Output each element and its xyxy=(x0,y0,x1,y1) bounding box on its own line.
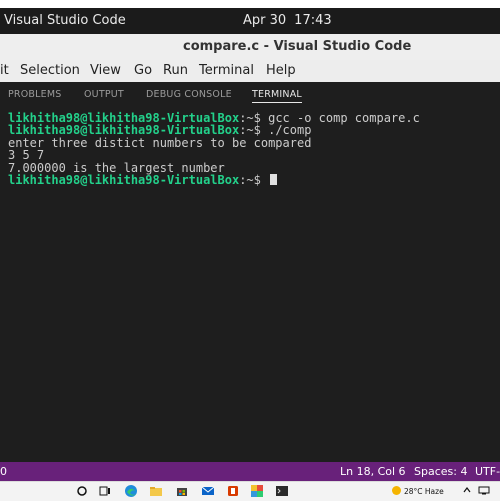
network-icon[interactable] xyxy=(478,485,490,495)
gnome-top-bar: Visual Studio Code Apr 30 17:43 xyxy=(0,8,500,34)
prompt-suffix: :~$ xyxy=(239,173,261,187)
tab-output[interactable]: OUTPUT xyxy=(84,89,124,100)
windows-taskbar: 28°C Haze xyxy=(0,481,500,501)
terminal-line: likhitha98@likhitha98-VirtualBox:~$ xyxy=(8,173,278,187)
weather-description: Haze xyxy=(424,487,444,496)
status-cursor-position[interactable]: Ln 18, Col 6 xyxy=(340,465,406,478)
terminal-icon[interactable] xyxy=(275,484,289,498)
terminal-line: likhitha98@likhitha98-VirtualBox:~$ ./co… xyxy=(8,124,311,136)
office-icon[interactable] xyxy=(226,484,240,498)
weather-widget[interactable]: 28°C Haze xyxy=(392,486,444,496)
chevron-up-icon[interactable] xyxy=(462,485,472,495)
window-title: compare.c - Visual Studio Code xyxy=(183,39,412,54)
active-app-name[interactable]: Visual Studio Code xyxy=(4,13,126,28)
status-bar: 0 Ln 18, Col 6 Spaces: 4 UTF- xyxy=(0,462,500,481)
clock-time: 17:43 xyxy=(294,13,332,28)
menu-go[interactable]: Go xyxy=(134,63,152,78)
menu-edit[interactable]: it xyxy=(0,63,9,78)
status-encoding[interactable]: UTF- xyxy=(475,465,500,478)
terminal-output[interactable]: likhitha98@likhitha98-VirtualBox:~$ gcc … xyxy=(0,106,500,462)
terminal-output-line: enter three distict numbers to be compar… xyxy=(8,135,312,150)
tab-debug-console[interactable]: DEBUG CONSOLE xyxy=(146,89,232,100)
menu-view[interactable]: View xyxy=(90,63,121,78)
status-problems-count[interactable]: 0 xyxy=(0,465,7,478)
menu-bar: it Selection View Go Run Terminal Help xyxy=(0,60,500,82)
terminal-cursor xyxy=(270,174,278,185)
weather-temperature: 28°C xyxy=(404,487,423,496)
terminal-prompt: likhitha98@likhitha98-VirtualBox xyxy=(8,173,240,187)
tab-problems[interactable]: PROBLEMS xyxy=(8,89,61,100)
menu-run[interactable]: Run xyxy=(163,63,188,78)
sun-icon xyxy=(392,486,401,495)
menu-terminal[interactable]: Terminal xyxy=(199,63,254,78)
store-icon[interactable] xyxy=(175,484,189,498)
mail-icon[interactable] xyxy=(201,484,215,498)
task-view-icon[interactable] xyxy=(98,484,112,498)
tab-terminal[interactable]: TERMINAL xyxy=(252,89,302,103)
clock-date: Apr 30 xyxy=(243,13,287,28)
file-explorer-icon[interactable] xyxy=(149,484,163,498)
panel-tab-bar: PROBLEMS OUTPUT DEBUG CONSOLE TERMINAL xyxy=(0,82,500,106)
window-title-bar[interactable]: compare.c - Visual Studio Code xyxy=(0,34,500,60)
menu-selection[interactable]: Selection xyxy=(20,63,80,78)
search-icon[interactable] xyxy=(75,484,89,498)
status-indentation[interactable]: Spaces: 4 xyxy=(414,465,467,478)
clock[interactable]: Apr 30 17:43 xyxy=(243,13,340,28)
menu-help[interactable]: Help xyxy=(266,63,296,78)
terminal-output-line: 3 5 7 xyxy=(8,148,45,163)
paint-icon[interactable] xyxy=(250,484,264,498)
terminal-command xyxy=(261,173,268,187)
edge-icon[interactable] xyxy=(124,484,138,498)
top-strip xyxy=(0,0,500,8)
